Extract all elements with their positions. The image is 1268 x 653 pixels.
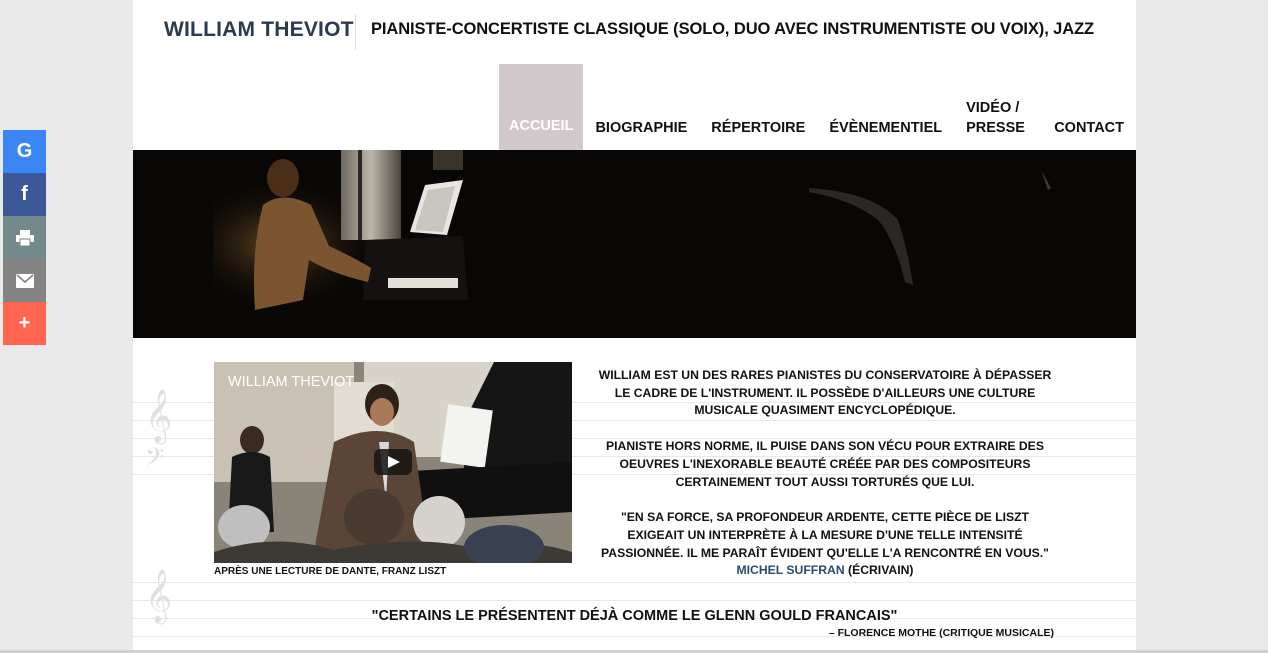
intro-text: WILLIAM EST UN DES RARES PIANISTES DU CO…	[596, 367, 1054, 598]
intro-paragraph: WILLIAM EST UN DES RARES PIANISTES DU CO…	[598, 368, 1052, 418]
plus-icon: +	[18, 312, 31, 334]
nav-item-label: RÉPERTOIRE	[711, 120, 806, 136]
nav-item-label: CONTACT	[1054, 120, 1124, 136]
nav-item-label: ACCUEIL	[509, 118, 574, 134]
bass-clef-icon: 𝄢	[145, 443, 165, 478]
share-more-button[interactable]: +	[3, 302, 46, 345]
nav-item-contact[interactable]: CONTACT	[1042, 64, 1136, 150]
share-facebook-button[interactable]: f	[3, 173, 46, 216]
nav-item-biographie[interactable]: BIOGRAPHIE	[583, 64, 699, 150]
play-button[interactable]	[374, 449, 412, 475]
site-brand[interactable]: WILLIAM THEVIOT	[164, 18, 354, 42]
press-quote: "EN SA FORCE, SA PROFONDEUR ARDENTE, CET…	[601, 510, 1049, 560]
share-print-button[interactable]	[3, 216, 46, 259]
nav-item-repertoire[interactable]: RÉPERTOIRE	[699, 64, 817, 150]
nav-item-label: ÉVÈNEMENTIEL	[829, 120, 943, 136]
social-share-bar: G f +	[3, 130, 46, 345]
intro-paragraph: PIANISTE HORS NORME, IL PUISE DANS SON V…	[606, 439, 1044, 489]
pianist-photo	[133, 150, 1136, 338]
nav-item-label: BIOGRAPHIE	[595, 120, 688, 136]
video-player[interactable]: WILLIAM THEVIOT	[214, 362, 572, 563]
intro-paragraph: "EN SA FORCE, SA PROFONDEUR ARDENTE, CET…	[596, 509, 1054, 580]
featured-quote-author: – FLORENCE MOTHE (CRITIQUE MUSICALE)	[828, 627, 1054, 639]
page: WILLIAM THEVIOT PIANISTE-CONCERTISTE CLA…	[133, 0, 1136, 653]
print-icon	[15, 229, 34, 246]
facebook-icon: f	[21, 183, 28, 205]
quote-author-link[interactable]: MICHEL SUFFRAN	[737, 563, 845, 577]
featured-quote: "CERTAINS LE PRÉSENTENT DÉJÀ COMME LE GL…	[371, 608, 898, 624]
header-divider	[355, 14, 356, 50]
share-google-button[interactable]: G	[3, 130, 46, 173]
video-caption: APRÈS UNE LECTURE DE DANTE, FRANZ LISZT	[214, 566, 447, 577]
nav-item-video-presse[interactable]: VIDÉO / PRESSE	[954, 64, 1042, 150]
share-email-button[interactable]	[3, 259, 46, 302]
video-title[interactable]: WILLIAM THEVIOT	[228, 374, 354, 390]
email-icon	[15, 273, 34, 288]
main-content: 𝄞 𝄢 𝄞 WILLIAM THEVIOT APRÈS UNE LECTURE …	[133, 338, 1136, 653]
site-tagline: PIANISTE-CONCERTISTE CLASSIQUE (SOLO, DU…	[371, 20, 1095, 38]
hero-banner-image	[133, 150, 1136, 338]
nav-item-label: VIDÉO / PRESSE	[966, 100, 1025, 136]
nav-item-evenementiel[interactable]: ÉVÈNEMENTIEL	[817, 64, 954, 150]
treble-clef-icon: 𝄞	[145, 388, 173, 442]
google-icon: G	[16, 140, 33, 162]
quote-author-role: (ÉCRIVAIN)	[848, 563, 914, 578]
